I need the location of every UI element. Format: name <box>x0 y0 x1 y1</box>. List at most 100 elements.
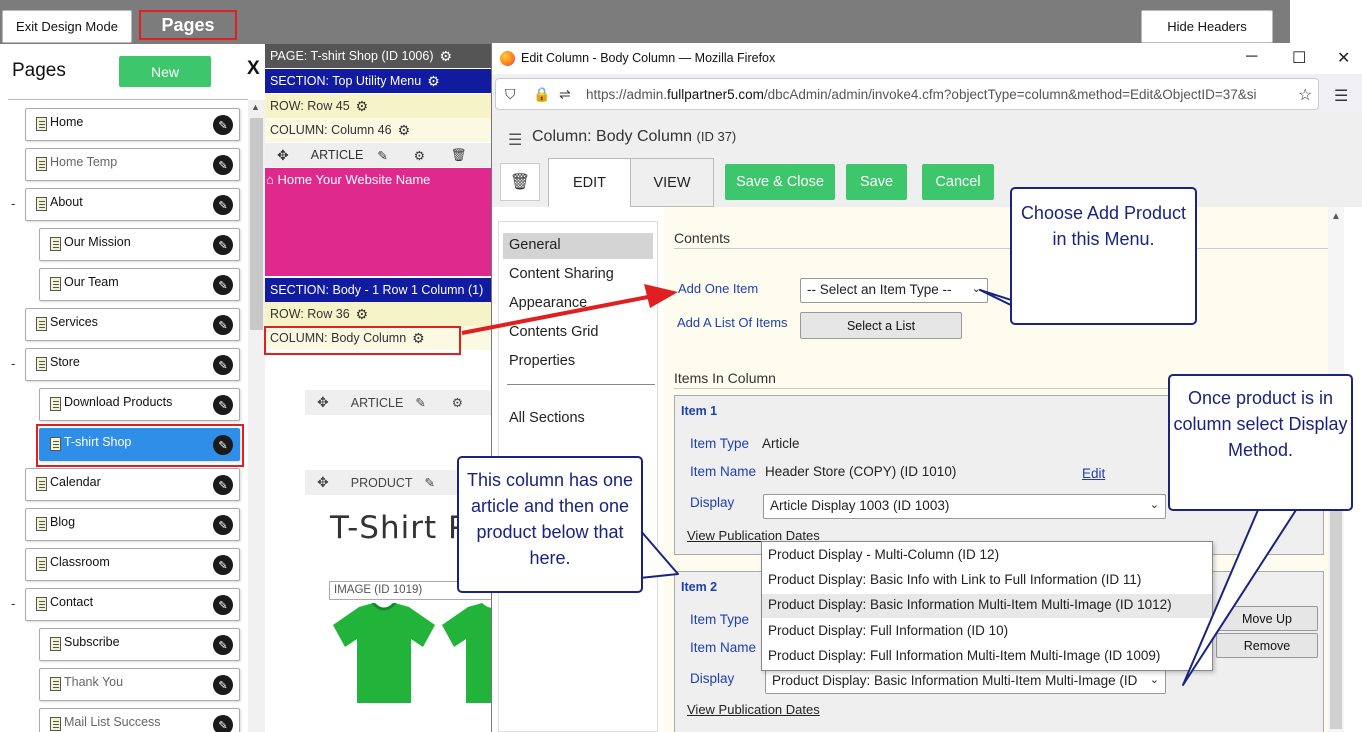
nav-contents-grid[interactable]: Contents Grid <box>503 320 653 346</box>
view-publication-dates-2[interactable]: View Publication Dates <box>687 702 820 717</box>
edit-pencil-icon[interactable]: ✎ <box>213 675 233 695</box>
page-item[interactable]: About ✎ <box>25 188 240 221</box>
display-option[interactable]: Product Display - Multi-Column (ID 12) <box>762 544 1212 568</box>
shield-icon[interactable]: ⛉ <box>505 86 516 103</box>
edit-pencil-icon[interactable]: ✎ <box>213 235 233 255</box>
select-list-button[interactable]: Select a List <box>800 312 962 339</box>
display-options-dropdown[interactable]: Product Display - Multi-Column (ID 12) P… <box>761 541 1213 671</box>
edit-pencil-icon[interactable]: ✎ <box>213 515 233 535</box>
page-item[interactable]: Thank You ✎ <box>39 668 240 701</box>
close-panel-button[interactable]: X <box>247 58 260 80</box>
display-option[interactable]: Product Display: Full Information Multi-… <box>762 645 1212 669</box>
page-item[interactable]: Mail List Success ✎ <box>39 708 240 732</box>
scrollbar-thumb[interactable] <box>250 118 263 330</box>
home-link[interactable]: ⌂ Home Your Website Name <box>266 172 430 187</box>
edit-pencil-icon[interactable]: ✎ <box>213 475 233 495</box>
close-icon[interactable]: ✕ <box>1337 48 1350 68</box>
item-type-select[interactable]: -- Select an Item Type -- ⌄ <box>800 278 988 303</box>
tab-view[interactable]: VIEW <box>630 158 714 207</box>
pages-tab[interactable]: Pages <box>139 10 237 40</box>
hide-headers-button[interactable]: Hide Headers <box>1141 10 1273 43</box>
article-bar[interactable]: ✥ ARTICLE ✎ ⚙ 🗑 <box>265 143 491 167</box>
page-list-scrollbar[interactable]: ▲ <box>248 100 265 732</box>
cancel-button[interactable]: Cancel <box>922 164 994 200</box>
nav-appearance[interactable]: Appearance <box>503 291 653 317</box>
lock-icon[interactable]: 🔒 <box>533 86 550 103</box>
edit-pencil-icon[interactable]: ✎ <box>213 155 233 175</box>
page-item[interactable]: Blog ✎ <box>25 508 240 541</box>
edit-pencil-icon[interactable]: ✎ <box>213 555 233 575</box>
section-bar-body[interactable]: SECTION: Body - 1 Row 1 Column (1) <box>265 278 491 302</box>
edit-pencil-icon[interactable]: ✎ <box>213 395 233 415</box>
edit-pencil-icon[interactable]: ✎ <box>213 275 233 295</box>
row-bar-36[interactable]: ROW: Row 36 ⚙ <box>265 302 491 326</box>
display-option-highlighted[interactable]: Product Display: Basic Information Multi… <box>762 594 1212 618</box>
collapse-toggle[interactable]: - <box>11 356 15 371</box>
url-text[interactable]: https://admin.fullpartner5.com/dbcAdmin/… <box>586 87 1276 102</box>
collapse-toggle[interactable]: - <box>11 596 15 611</box>
page-item[interactable]: Contact ✎ <box>25 588 240 621</box>
article-bar-2[interactable]: ✥ ARTICLE ✎ ⚙ <box>305 390 491 415</box>
display-select-2[interactable]: Product Display: Basic Information Multi… <box>765 669 1166 694</box>
edit-pencil-icon[interactable]: ✎ <box>213 715 233 732</box>
collapse-toggle[interactable]: - <box>11 196 15 211</box>
scroll-up-icon[interactable]: ▲ <box>251 102 260 112</box>
delete-button[interactable]: 🗑 <box>500 163 540 201</box>
display-select-1[interactable]: Article Display 1003 (ID 1003) ⌄ <box>763 494 1166 519</box>
page-item[interactable]: Our Team ✎ <box>39 268 240 301</box>
minimize-icon[interactable]: ─ <box>1246 48 1257 66</box>
page-item[interactable]: Classroom ✎ <box>25 548 240 581</box>
nav-content-sharing[interactable]: Content Sharing <box>503 262 653 288</box>
move-up-button[interactable]: Move Up <box>1216 606 1318 631</box>
permissions-icon[interactable]: ⇌ <box>559 86 571 103</box>
page-item[interactable]: Our Mission ✎ <box>39 228 240 261</box>
section-bar-top[interactable]: SECTION: Top Utility Menu ⚙ <box>265 69 491 93</box>
save-close-button[interactable]: Save & Close <box>725 164 835 200</box>
edit-pencil-icon[interactable]: ✎ <box>213 315 233 335</box>
move-icon[interactable]: ✥ <box>277 147 289 164</box>
address-bar[interactable]: ⛉ 🔒 ⇌ https://admin.fullpartner5.com/dbc… <box>495 78 1319 110</box>
edit-pencil-icon[interactable]: ✎ <box>213 115 233 135</box>
gear-icon[interactable]: ⚙ <box>440 48 453 65</box>
editor-menu-icon[interactable]: ☰ <box>508 130 522 150</box>
nav-properties[interactable]: Properties <box>503 349 653 375</box>
move-icon[interactable]: ✥ <box>317 394 329 411</box>
pencil-icon[interactable]: ✎ <box>425 475 435 490</box>
nav-all-sections[interactable]: All Sections <box>503 406 653 432</box>
maximize-icon[interactable]: ☐ <box>1292 48 1306 68</box>
page-item[interactable]: Store ✎ <box>25 348 240 381</box>
nav-general[interactable]: General <box>503 233 653 259</box>
new-page-button[interactable]: New <box>119 56 211 87</box>
page-item[interactable]: Home ✎ <box>25 108 240 141</box>
page-item[interactable]: Subscribe ✎ <box>39 628 240 661</box>
exit-design-mode-button[interactable]: Exit Design Mode <box>2 10 132 43</box>
gear-icon[interactable]: ⚙ <box>356 306 369 323</box>
hamburger-menu-icon[interactable]: ☰ <box>1334 86 1348 106</box>
edit-pencil-icon[interactable]: ✎ <box>213 355 233 375</box>
column-bar-46[interactable]: COLUMN: Column 46 ⚙ <box>265 118 491 142</box>
gear-icon[interactable]: ⚙ <box>427 73 440 90</box>
move-icon[interactable]: ✥ <box>317 474 329 491</box>
page-item[interactable]: Home Temp ✎ <box>25 148 240 181</box>
edit-pencil-icon[interactable]: ✎ <box>213 595 233 615</box>
gear-icon[interactable]: ⚙ <box>414 148 425 163</box>
save-button[interactable]: Save <box>846 164 907 200</box>
row-bar-45[interactable]: ROW: Row 45 ⚙ <box>265 94 491 118</box>
scroll-up-icon[interactable]: ▲ <box>1331 211 1341 222</box>
gear-icon[interactable]: ⚙ <box>356 98 369 115</box>
remove-button[interactable]: Remove <box>1216 633 1318 658</box>
edit-pencil-icon[interactable]: ✎ <box>213 195 233 215</box>
pencil-icon[interactable]: ✎ <box>415 395 425 410</box>
page-item[interactable]: Calendar ✎ <box>25 468 240 501</box>
gear-icon[interactable]: ⚙ <box>452 395 463 410</box>
page-bar[interactable]: PAGE: T-shirt Shop (ID 1006) ⚙ <box>265 44 491 68</box>
bookmark-star-icon[interactable]: ☆ <box>1298 85 1312 105</box>
edit-item-link[interactable]: Edit <box>1082 466 1105 481</box>
gear-icon[interactable]: ⚙ <box>398 122 411 139</box>
display-option[interactable]: Product Display: Full Information (ID 10… <box>762 620 1212 644</box>
pencil-icon[interactable]: ✎ <box>377 148 387 163</box>
tab-edit[interactable]: EDIT <box>548 158 631 207</box>
trash-icon[interactable]: 🗑 <box>451 148 467 163</box>
edit-pencil-icon[interactable]: ✎ <box>213 635 233 655</box>
page-item[interactable]: Services ✎ <box>25 308 240 341</box>
